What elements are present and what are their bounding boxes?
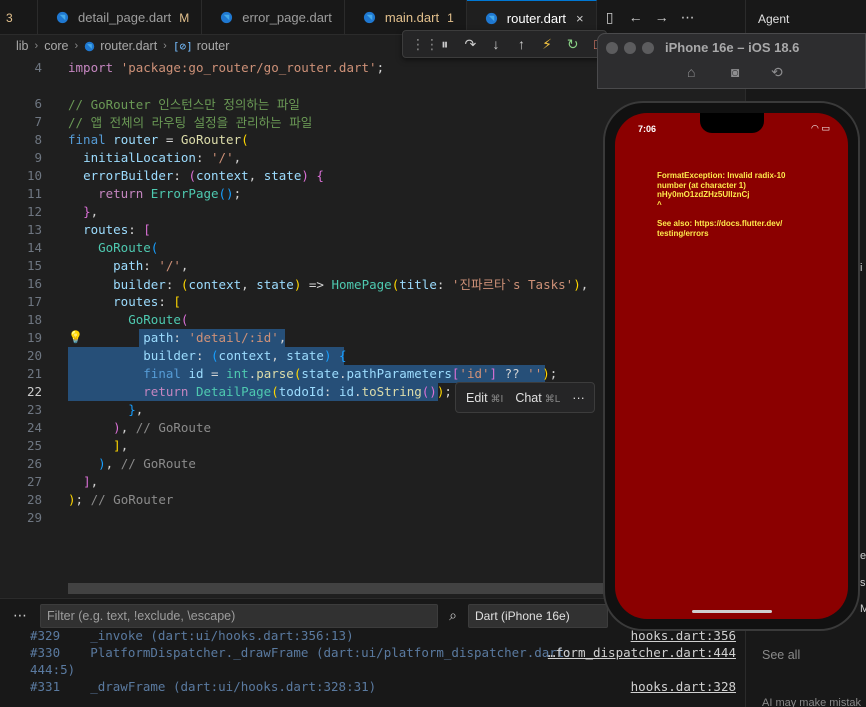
horizontal-scrollbar[interactable] (68, 583, 608, 594)
chat-button[interactable]: Chat ⌘L (515, 391, 560, 405)
agent-panel-title: Agent (758, 12, 790, 26)
breadcrumb-lib[interactable]: lib (16, 39, 29, 53)
problem-count-badge: 1 (447, 10, 454, 25)
inline-chat-hint: Edit ⌘I Chat ⌘L ··· (455, 382, 595, 413)
console-line: #330 PlatformDispatcher._drawFrame (dart… (30, 645, 736, 660)
iphone-simulator: 7:06 ◠ ▭ FormatException: Invalid radix-… (603, 101, 860, 631)
console-line: 444:5) (30, 662, 76, 677)
chevron-right-icon: › (34, 40, 39, 52)
tab-label: main.dart (384, 10, 440, 25)
source-link[interactable]: …form_dispatcher.dart:444 (548, 645, 736, 660)
close-window-icon[interactable] (606, 42, 618, 54)
tab-label: error_page.dart (242, 10, 332, 25)
home-indicator[interactable] (692, 610, 772, 613)
hot-reload-icon[interactable]: ⚡ (539, 36, 555, 53)
chevron-right-icon: › (163, 40, 167, 52)
step-into-icon[interactable]: ↓ (488, 36, 504, 52)
step-out-icon[interactable]: ↑ (514, 36, 530, 52)
modified-badge: M (179, 10, 190, 25)
split-editor-icon[interactable]: ▯ (601, 9, 619, 26)
editor-actions: ▯ ← → ⋯ (601, 0, 697, 34)
close-icon[interactable]: × (576, 11, 584, 26)
filter-input[interactable]: Filter (e.g. text, !exclude, \escape) (40, 603, 438, 628)
tab-error-page[interactable]: error_page.dart (202, 0, 345, 35)
breadcrumb-symbol[interactable]: router (197, 39, 230, 53)
screenshot-icon[interactable]: ◙ (731, 64, 739, 80)
edit-button[interactable]: Edit ⌘I (466, 391, 503, 405)
search-icon[interactable]: ⌕ (438, 607, 468, 624)
truncated-text: i (860, 262, 863, 274)
debug-console-output[interactable]: #329 _invoke (dart:ui/hooks.dart:356:13)… (0, 628, 745, 707)
editor-tab-bar: 3 detail_page.dart M error_page.dart mai… (0, 0, 745, 35)
error-message: FormatException: Invalid radix-10 number… (657, 171, 786, 238)
truncated-text: s (860, 577, 866, 589)
breadcrumb-file[interactable]: router.dart (100, 39, 157, 53)
tab-detail-page[interactable]: detail_page.dart M (38, 0, 203, 35)
truncated-text: e (860, 550, 866, 562)
console-line: #329 _invoke (dart:ui/hooks.dart:356:13)… (30, 628, 736, 643)
source-link[interactable]: hooks.dart:328 (631, 679, 736, 694)
more-icon[interactable]: ⋯ (0, 607, 40, 624)
step-over-icon[interactable]: ↷ (463, 36, 479, 53)
dart-file-icon (363, 11, 375, 24)
minimize-window-icon[interactable] (624, 42, 636, 54)
go-back-icon[interactable]: ← (627, 9, 645, 25)
breadcrumb-core[interactable]: core (44, 39, 68, 53)
dart-file-icon (485, 12, 497, 24)
more-actions-icon[interactable]: ⋯ (679, 9, 697, 26)
dart-file-icon (56, 11, 69, 24)
dart-file-icon (84, 41, 95, 51)
simulator-title: iPhone 16e – iOS 18.6 (665, 40, 800, 55)
tab-label: router.dart (506, 10, 567, 26)
tab-label: detail_page.dart (78, 10, 172, 25)
drag-handle-icon[interactable]: ⋮⋮ (411, 36, 439, 53)
rotate-icon[interactable]: ⟲ (771, 64, 783, 81)
go-forward-icon[interactable]: → (653, 9, 671, 25)
wifi-battery-icon: ◠ ▭ (811, 123, 830, 133)
debug-session-select[interactable]: Dart (iPhone 16e) (468, 603, 608, 628)
app-screen[interactable]: 7:06 ◠ ▭ FormatException: Invalid radix-… (615, 113, 848, 619)
home-icon[interactable]: ⌂ (687, 64, 695, 80)
see-all-link[interactable]: See all (762, 648, 800, 662)
simulator-window-titlebar: iPhone 16e – iOS 18.6 ⌂ ◙ ⟲ (597, 33, 866, 89)
pause-icon[interactable]: ⏸ (437, 36, 453, 53)
restart-icon[interactable]: ↻ (565, 36, 581, 53)
zoom-window-icon[interactable] (642, 42, 654, 54)
chevron-right-icon: › (74, 40, 79, 52)
debug-toolbar: ⋮⋮ ⏸ ↷ ↓ ↑ ⚡ ↻ □ (402, 30, 607, 58)
dart-file-icon (221, 11, 233, 24)
tab-overflow-count[interactable]: 3 (0, 0, 38, 35)
console-line: #331 _drawFrame (dart:ui/hooks.dart:328:… (30, 679, 736, 694)
truncated-text: M (860, 603, 866, 615)
variable-symbol-icon: [⊘] (172, 39, 193, 53)
status-time: 7:06 (638, 124, 657, 134)
more-icon[interactable]: ··· (572, 391, 585, 405)
dynamic-island (700, 113, 764, 133)
ai-disclaimer: AI may make mistak (762, 697, 862, 707)
